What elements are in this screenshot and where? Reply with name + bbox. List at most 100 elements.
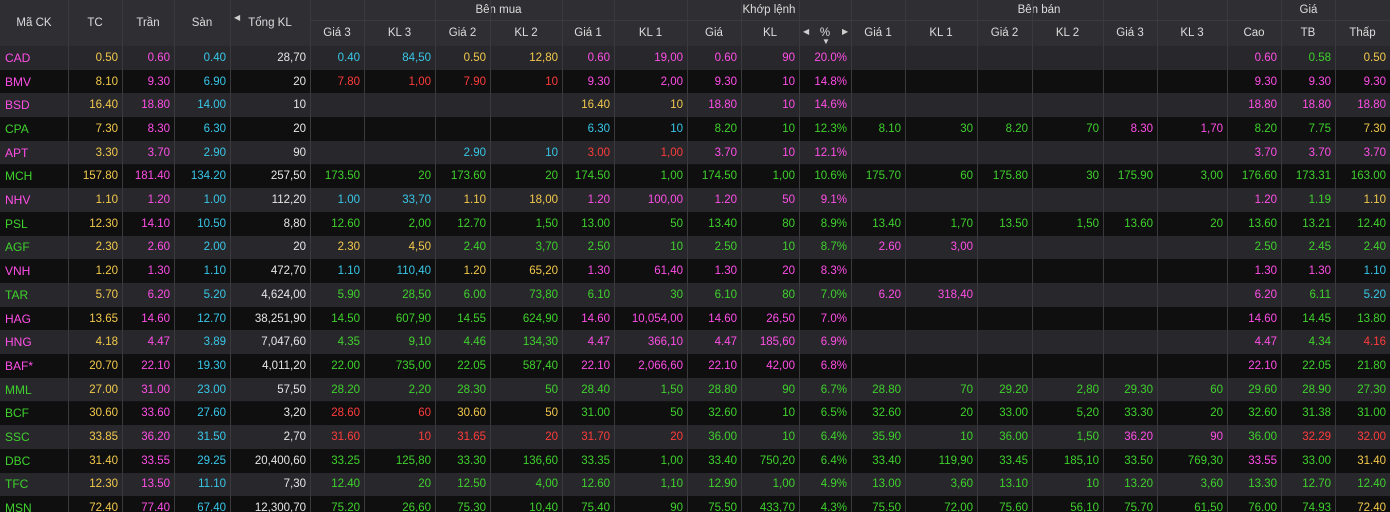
cell-pct: 6.4%	[820, 431, 847, 444]
header-match-price[interactable]: Giá	[687, 20, 741, 46]
cell-sym[interactable]: BAF*	[0, 354, 68, 378]
cell-ask2: 13.10	[999, 478, 1028, 491]
cell-mp: 13.40	[708, 217, 737, 230]
stock-row[interactable]: TFC 12.30 13.50 11.10 7,30 12.40 20 12.50 4,00 12…	[0, 472, 1390, 497]
cell-sym[interactable]: HAG	[0, 307, 68, 331]
cell-sym[interactable]: BMV	[0, 70, 68, 94]
cell-sym[interactable]: MML	[0, 378, 68, 402]
header-low[interactable]: Thấp	[1335, 20, 1390, 46]
header-av3[interactable]: KL 3	[1157, 20, 1227, 46]
cell-lo: 163.00	[1350, 170, 1386, 183]
cell-sym[interactable]: MCH	[0, 165, 68, 189]
cell-sym[interactable]: CPA	[0, 117, 68, 141]
cell-sym[interactable]: HNG	[0, 330, 68, 354]
collapse-left-icon[interactable]: ◀	[234, 13, 240, 22]
cell-mp: 75.50	[708, 502, 737, 512]
cell-sym[interactable]: BSD	[0, 93, 68, 117]
cell-sym[interactable]: SSC	[0, 425, 68, 449]
cell-sym[interactable]: PSL	[0, 212, 68, 236]
cell-bid2: 1.20	[463, 265, 486, 278]
header-symbol[interactable]: Mã CK	[0, 0, 68, 46]
cell-av3	[1157, 307, 1227, 331]
cell-lo: 0.50	[1363, 51, 1386, 64]
header-bv3[interactable]: KL 3	[364, 20, 435, 46]
cell-hi: 36.00	[1248, 431, 1277, 444]
header-av2[interactable]: KL 2	[1032, 20, 1103, 46]
stock-row[interactable]: CPA 7.30 8.30 6.30 20 6.30 10 8.20 10 12.3% 8.10 30…	[0, 117, 1390, 141]
header-ask1[interactable]: Giá 1	[851, 20, 905, 46]
header-bid3[interactable]: Giá 3	[310, 20, 364, 46]
header-ask3[interactable]: Giá 3	[1103, 20, 1157, 46]
stock-row[interactable]: SSC 33.85 36.20 31.50 2,70 31.60 10 31.65 20 31.7…	[0, 425, 1390, 449]
cell-sym[interactable]: BCF	[0, 402, 68, 426]
cell-bv1: 10	[670, 99, 683, 112]
header-high[interactable]: Cao	[1227, 20, 1281, 46]
stock-row[interactable]: BAF* 20.70 22.10 19.30 4,011,20 22.00 735,00 22…	[0, 354, 1390, 378]
cell-bv2: 12,80	[529, 51, 558, 64]
cell-sym[interactable]: MSN	[0, 496, 68, 512]
stock-row[interactable]: DBC 31.40 33.55 29.25 20,400,60 33.25 125,80 33…	[0, 448, 1390, 473]
cell-tkl: 12,300,70	[254, 502, 306, 512]
header-bv2[interactable]: KL 2	[490, 20, 562, 46]
stock-row[interactable]: MML 27.00 31.00 23.00 57,50 28.20 2,20 28.30 50 2…	[0, 377, 1390, 402]
cell-bv3: 1,00	[408, 75, 431, 88]
cell-san: 29.25	[197, 454, 226, 467]
cell-av2	[1032, 188, 1103, 212]
cell-av1: 20	[960, 407, 973, 420]
cell-sym[interactable]: TAR	[0, 283, 68, 307]
cell-sym[interactable]: VNH	[0, 259, 68, 283]
stock-row[interactable]: TAR 5.70 6.20 5.20 4,624,00 5.90 28,50 6.00 73,8…	[0, 283, 1390, 307]
stock-row[interactable]: MCH 157.80 181.40 134.20 257,50 173.50 20 173.6…	[0, 164, 1390, 189]
cell-bv2: 18,00	[529, 194, 558, 207]
header-match-vol[interactable]: KL	[741, 20, 799, 46]
cell-mp: 33.40	[708, 454, 737, 467]
stock-row[interactable]: BMV 8.10 9.30 6.90 20 7.80 1,00 7.90 10 9.30 2,00 9…	[0, 69, 1390, 94]
stock-row[interactable]: PSL 12.30 14.10 10.50 8,80 12.60 2,00 12.70 1,50…	[0, 211, 1390, 236]
header-bid2[interactable]: Giá 2	[435, 20, 490, 46]
cell-san: 6.90	[203, 75, 226, 88]
cell-bid1: 12.60	[581, 478, 610, 491]
header-total-vol[interactable]: Tổng KL	[230, 0, 310, 46]
stock-row[interactable]: APT 3.30 3.70 2.90 90 2.90 10 3.00 1,00 3.70 10 12.…	[0, 140, 1390, 165]
cell-sym[interactable]: NHV	[0, 188, 68, 212]
cell-av1: 30	[960, 122, 973, 135]
stock-row[interactable]: MSN 72.40 77.40 67.40 12,300,70 75.20 26,60 75.…	[0, 496, 1390, 512]
cell-tkl: 8,80	[283, 217, 306, 230]
header-ceil[interactable]: Trần	[122, 0, 174, 46]
column-divider	[68, 0, 69, 512]
cell-bv2: 10	[545, 75, 558, 88]
cell-san: 0.40	[203, 51, 226, 64]
scroll-right-icon[interactable]: ▶	[842, 27, 848, 36]
cell-bv3: 735,00	[395, 359, 431, 372]
cell-ask1	[851, 70, 905, 94]
sort-desc-icon[interactable]: ▼	[822, 37, 830, 46]
cell-sym[interactable]: APT	[0, 141, 68, 165]
cell-mp: 1.30	[714, 265, 737, 278]
cell-mp: 0.60	[714, 51, 737, 64]
header-ask2[interactable]: Giá 2	[977, 20, 1032, 46]
stock-row[interactable]: BCF 30.60 33.60 27.60 3,20 28.60 60 30.60 50 31.0…	[0, 401, 1390, 426]
stock-row[interactable]: VNH 1.20 1.30 1.10 472,70 1.10 110,40 1.20 65,20…	[0, 259, 1390, 283]
header-av1[interactable]: KL 1	[905, 20, 977, 46]
cell-hi: 3.70	[1254, 146, 1277, 159]
cell-pct: 4.9%	[820, 478, 847, 491]
cell-san: 134.20	[190, 170, 226, 183]
header-avg[interactable]: TB	[1281, 20, 1335, 46]
cell-lo: 1.10	[1363, 194, 1386, 207]
header-bid1[interactable]: Giá 1	[562, 20, 614, 46]
header-bv1[interactable]: KL 1	[614, 20, 687, 46]
cell-sym[interactable]: TFC	[0, 473, 68, 497]
stock-row[interactable]: CAD 0.50 0.60 0.40 28,70 0.40 84,50 0.50 12,80 0.…	[0, 46, 1390, 70]
scroll-left-icon[interactable]: ◀	[803, 27, 809, 36]
header-floor[interactable]: Sàn	[174, 0, 230, 46]
cell-sym[interactable]: DBC	[0, 449, 68, 473]
cell-sym[interactable]: AGF	[0, 236, 68, 260]
header-ref[interactable]: TC	[68, 0, 122, 46]
cell-ask3: 33.50	[1124, 454, 1153, 467]
stock-row[interactable]: BSD 16.40 18.80 14.00 10 16.40 10 18.80 10 14.6% 1…	[0, 93, 1390, 118]
stock-row[interactable]: AGF 2.30 2.60 2.00 20 2.30 4,50 2.40 3,70 2.50 10 2…	[0, 235, 1390, 260]
stock-row[interactable]: HAG 13.65 14.60 12.70 38,251,90 14.50 607,90 14…	[0, 306, 1390, 331]
stock-row[interactable]: NHV 1.10 1.20 1.00 112,20 1.00 33,70 1.10 18,00 1…	[0, 188, 1390, 212]
cell-sym[interactable]: CAD	[0, 46, 68, 70]
stock-row[interactable]: HNG 4.18 4.47 3.89 7,047,60 4.35 9,10 4.46 134,3…	[0, 330, 1390, 355]
